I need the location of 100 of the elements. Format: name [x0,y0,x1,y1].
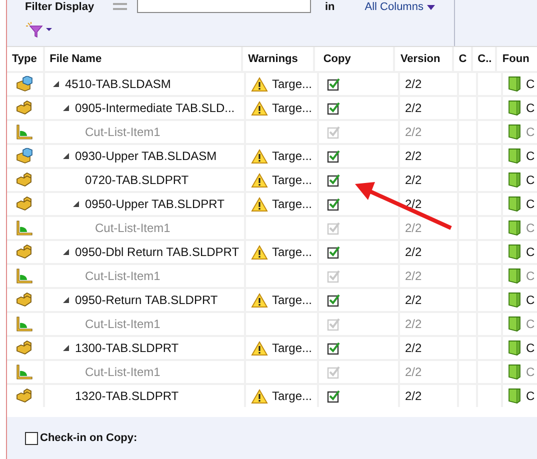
expand-icon[interactable] [61,295,71,305]
table-row[interactable]: 0930-Upper TAB.SLDASM Targe... 2/2 C [7,143,537,167]
file-name: 0905-Intermediate TAB.SLD... [75,101,235,115]
cut-list-icon [16,220,34,236]
column-header[interactable]: File Name [44,47,244,71]
found-text: C [526,125,535,139]
folder-icon [508,244,522,260]
folder-icon [508,100,522,116]
table-row[interactable]: 0950-Return TAB.SLDPRT Targe... 2/2 C [7,287,537,311]
file-name: Cut-List-Item1 [95,221,170,235]
cut-list-icon [16,268,34,284]
expand-icon[interactable] [61,247,71,257]
table-row[interactable]: 0905-Intermediate TAB.SLD... Targe... 2/2 C [7,95,537,119]
version-text: 2/2 [405,125,422,139]
table-row[interactable]: 4510-TAB.SLDASM Targe... 2/2 C [7,71,537,95]
filter-field[interactable] [137,0,311,13]
copy-checkbox[interactable] [327,389,341,403]
warning-icon [251,196,268,212]
folder-icon [508,268,522,284]
found-text: C [526,149,535,163]
checkin-checkbox[interactable] [25,432,38,444]
column-header[interactable]: C.. [472,47,498,71]
caret-icon [427,4,436,10]
expand-icon[interactable] [71,199,81,209]
folder-icon [508,124,522,140]
folder-icon [508,292,522,308]
expand-icon[interactable] [61,151,71,161]
warning-text: Targe... [272,293,312,307]
cut-list-icon [16,124,34,140]
copy-checkbox[interactable] [327,173,341,187]
version-text: 2/2 [405,365,422,379]
table-row[interactable]: 0950-Dbl Return TAB.SLDPRT Targe... 2/2 C [7,239,537,263]
warning-icon [251,340,268,356]
assembly-icon [16,76,34,92]
warning-icon [251,76,268,92]
warning-icon [251,148,268,164]
copy-checkbox[interactable] [327,293,341,307]
part-icon [16,388,34,404]
found-text: C [526,197,535,211]
column-header[interactable]: Warnings [243,47,316,71]
found-text: C [526,77,535,91]
file-name: 0950-Upper TAB.SLDPRT [85,197,224,211]
file-name: Cut-List-Item1 [85,269,160,283]
copy-checkbox[interactable] [327,245,341,259]
version-text: 2/2 [405,221,422,235]
expand-icon[interactable] [61,103,71,113]
warning-text: Targe... [272,101,312,115]
in-label: in [325,1,335,13]
column-header[interactable]: Copy [315,47,396,71]
copy-checkbox[interactable] [327,149,341,163]
file-name: 4510-TAB.SLDASM [65,77,171,91]
version-text: 2/2 [405,293,422,307]
expand-icon[interactable] [51,79,61,89]
version-text: 2/2 [405,149,422,163]
warning-text: Targe... [272,389,312,403]
file-name: Cut-List-Item1 [85,365,160,379]
warning-icon [251,100,268,116]
found-text: C [526,317,535,331]
found-text: C [526,293,535,307]
version-text: 2/2 [405,77,422,91]
column-header[interactable]: Type [7,47,45,71]
table-row[interactable]: 1320-TAB.SLDPRT Targe... 2/2 C [7,383,537,407]
column-header[interactable]: Foun [497,47,537,71]
file-name: 1320-TAB.SLDPRT [75,389,179,403]
copy-checkbox[interactable] [327,77,341,91]
version-text: 2/2 [405,389,422,403]
copy-checkbox[interactable] [327,197,341,211]
column-header[interactable]: C [454,47,473,71]
equals-icon [113,3,127,11]
copy-checkbox[interactable] [327,101,341,115]
part-icon [16,340,34,356]
column-dropdown[interactable]: All Columns [364,1,436,13]
folder-icon [508,172,522,188]
warning-icon [251,388,268,404]
table-row[interactable]: 0720-TAB.SLDPRT Targe... 2/2 C [7,167,537,191]
folder-icon [508,388,522,404]
folder-icon [508,340,522,356]
table-row[interactable]: 1300-TAB.SLDPRT Targe... 2/2 C [7,335,537,359]
folder-icon [508,364,522,380]
part-icon [16,100,34,116]
part-icon [16,292,34,308]
part-icon [16,244,34,260]
warning-icon [251,244,268,260]
file-name: Cut-List-Item1 [85,317,160,331]
column-header[interactable]: Version [395,47,454,71]
version-text: 2/2 [405,341,422,355]
warning-text: Targe... [272,149,312,163]
warning-text: Targe... [272,77,312,91]
folder-icon [508,196,522,212]
expand-icon[interactable] [61,343,71,353]
found-text: C [526,341,535,355]
copy-checkbox[interactable] [327,341,341,355]
part-icon [16,172,34,188]
version-text: 2/2 [405,245,422,259]
found-text: C [526,269,535,283]
version-text: 2/2 [405,101,422,115]
file-name: Cut-List-Item1 [85,125,160,139]
version-text: 2/2 [405,173,422,187]
found-text: C [526,221,535,235]
warning-icon [251,292,268,308]
